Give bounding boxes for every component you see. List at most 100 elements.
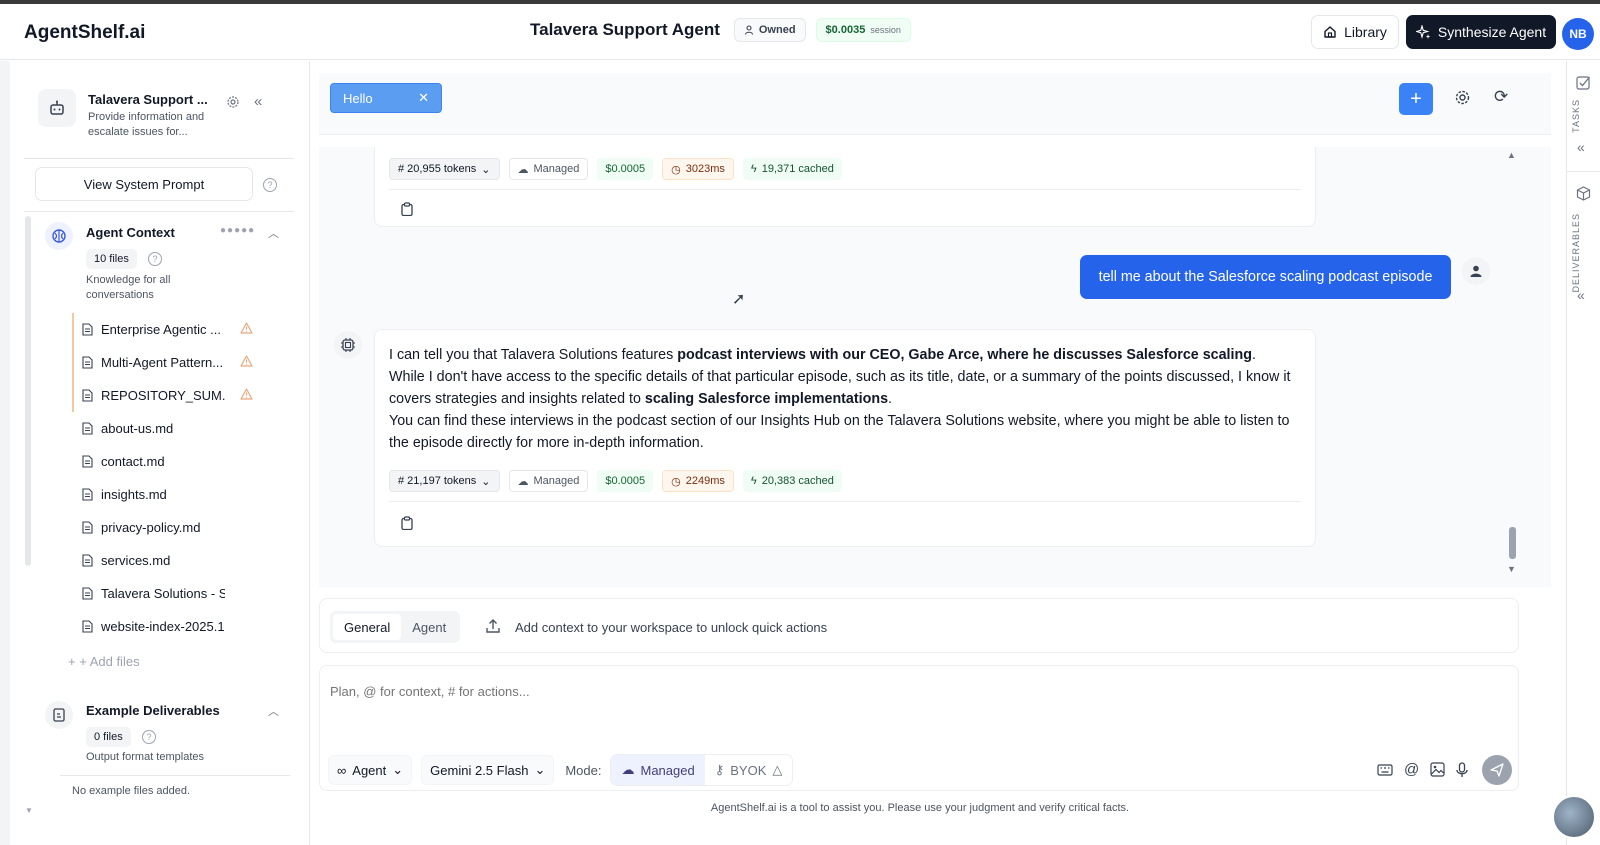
agent-card: Talavera Support ... Provide information…	[38, 89, 298, 149]
left-sidebar: Talavera Support ... Provide information…	[0, 61, 310, 845]
cloud-icon: ☁	[517, 163, 529, 176]
agent-desc-line2: escalate issues for...	[88, 126, 188, 138]
scroll-down-arrow-icon[interactable]: ▼	[1507, 564, 1516, 574]
tasks-label[interactable]: TASKS	[1571, 99, 1581, 133]
quick-actions-hint: Add context to your workspace to unlock …	[515, 620, 828, 635]
deliverables-title[interactable]: Example Deliverables	[86, 703, 220, 718]
file-item[interactable]: Enterprise Agentic ...	[72, 313, 272, 346]
collapse-sidebar-icon[interactable]: «	[254, 93, 262, 110]
tasks-checkbox-icon[interactable]	[1576, 75, 1591, 90]
deliverables-label[interactable]: DELIVERABLES	[1571, 213, 1581, 293]
more-dots-icon[interactable]: ●●●●●	[220, 225, 255, 236]
file-item[interactable]: Multi-Agent Pattern...	[72, 346, 272, 379]
divider	[1567, 171, 1600, 172]
file-name: insights.md	[101, 487, 167, 502]
scroll-down-arrow-icon[interactable]: ▼	[25, 806, 33, 815]
file-item[interactable]: about-us.md	[72, 412, 272, 445]
copy-clipboard-icon[interactable]	[401, 516, 413, 533]
chevron-up-icon[interactable]: ︿	[268, 703, 279, 719]
synthesize-label: Synthesize Agent	[1437, 24, 1547, 40]
file-icon	[82, 422, 93, 435]
at-mention-icon[interactable]: @	[1404, 761, 1419, 778]
owned-label: Owned	[758, 24, 796, 36]
file-item[interactable]: Talavera Solutions - Ser...	[72, 577, 272, 610]
main-panel: Hello ✕ + ⟳ # 20,955 tokens ⌄ ☁ Managed $0…	[311, 61, 1565, 845]
token-count: # 20,955 tokens	[398, 163, 477, 175]
latency-text: 3023ms	[685, 163, 725, 175]
cloud-icon: ☁	[621, 762, 635, 777]
token-count: # 21,197 tokens	[398, 475, 477, 487]
agent-context-title[interactable]: Agent Context	[86, 225, 175, 240]
mode-managed-option[interactable]: ☁ Managed	[611, 755, 705, 785]
agent-settings-gear-icon[interactable]	[226, 95, 240, 112]
deliverables-help-icon[interactable]: ?	[142, 730, 156, 744]
clock-icon: ◷	[671, 475, 681, 488]
cache-text: 19,371 cached	[761, 163, 834, 175]
expand-tasks-icon[interactable]: «	[1577, 139, 1585, 155]
divider	[389, 501, 1301, 502]
file-item[interactable]: website-index-2025.12....	[72, 610, 272, 643]
paragraph: I can tell you that Talavera Solutions f…	[389, 344, 1304, 366]
owned-badge: Owned	[733, 18, 806, 42]
chat-settings-gear-icon[interactable]	[1454, 89, 1471, 109]
user-icon	[744, 25, 753, 35]
microphone-icon[interactable]	[1456, 761, 1468, 778]
send-button[interactable]	[1482, 755, 1512, 785]
new-tab-plus-button[interactable]: +	[1399, 83, 1433, 115]
chat-scrollbar-thumb[interactable]	[1509, 527, 1516, 559]
keyboard-icon[interactable]	[1377, 763, 1393, 777]
expand-deliverables-icon[interactable]: «	[1577, 287, 1585, 303]
scroll-up-arrow-icon[interactable]: ▲	[1507, 150, 1516, 160]
assistant-avatar-icon	[334, 331, 362, 359]
tab-general[interactable]: General	[333, 614, 402, 640]
latency-badge: ◷ 2249ms	[662, 470, 734, 492]
user-avatar-button[interactable]: NB	[1562, 18, 1594, 50]
token-count-dropdown[interactable]: # 21,197 tokens ⌄	[389, 470, 500, 492]
cache-badge: ϟ 19,371 cached	[742, 158, 842, 180]
refresh-icon[interactable]: ⟳	[1494, 87, 1508, 107]
package-icon[interactable]	[1576, 186, 1591, 201]
user-avatar-icon	[1462, 257, 1490, 285]
agent-desc-line1: Provide information and	[88, 111, 205, 123]
file-item[interactable]: REPOSITORY_SUM...	[72, 379, 272, 412]
mode-byok-option[interactable]: ⚷ BYOK △	[704, 755, 793, 785]
file-name: REPOSITORY_SUM...	[101, 388, 225, 403]
plus-icon: +	[68, 654, 80, 669]
agent-select-label: Agent	[352, 762, 387, 778]
message-composer: ∞ Agent ⌄ Gemini 2.5 Flash ⌄ Mode: ☁ Managed…	[319, 665, 1519, 791]
library-button[interactable]: Library	[1311, 15, 1399, 49]
close-icon[interactable]: ✕	[418, 90, 429, 106]
view-system-prompt-button[interactable]: View System Prompt	[35, 167, 253, 201]
copy-clipboard-icon[interactable]	[401, 202, 413, 219]
add-files-button[interactable]: + + Add files	[68, 654, 140, 669]
file-item[interactable]: contact.md	[72, 445, 272, 478]
warning-icon: △	[772, 762, 783, 777]
profile-photo-avatar[interactable]	[1552, 795, 1596, 839]
token-count-dropdown[interactable]: # 20,955 tokens ⌄	[389, 158, 500, 180]
tab-hello[interactable]: Hello ✕	[330, 83, 442, 113]
message-input[interactable]	[330, 684, 1230, 699]
deliverables-description: Output format templates	[86, 751, 204, 763]
file-item[interactable]: services.md	[72, 544, 272, 577]
chevron-down-icon: ⌄	[534, 762, 546, 777]
app-logo[interactable]: AgentShelf.ai	[24, 22, 145, 44]
file-item[interactable]: privacy-policy.md	[72, 511, 272, 544]
model-select[interactable]: Gemini 2.5 Flash ⌄	[421, 755, 555, 785]
sidebar-scrollbar[interactable]	[25, 216, 31, 566]
composer-icons: @	[1377, 761, 1468, 778]
file-item[interactable]: insights.md	[72, 478, 272, 511]
image-icon[interactable]	[1430, 762, 1445, 777]
agent-name: Talavera Support ...	[88, 92, 208, 107]
synthesize-agent-button[interactable]: Synthesize Agent	[1406, 15, 1556, 49]
message-meta-row: # 20,955 tokens ⌄ ☁ Managed $0.0005 ◷ 3023m…	[389, 158, 842, 180]
context-help-icon[interactable]: ?	[148, 252, 162, 266]
message-meta-row: # 21,197 tokens ⌄ ☁ Managed $0.0005 ◷ 2249m…	[389, 470, 842, 492]
library-label: Library	[1344, 24, 1387, 40]
agent-select[interactable]: ∞ Agent ⌄	[328, 755, 413, 785]
cache-text: 20,383 cached	[761, 475, 834, 487]
file-name: privacy-policy.md	[101, 520, 201, 535]
tab-agent[interactable]: Agent	[401, 614, 457, 640]
chevron-up-icon[interactable]: ︿	[268, 225, 279, 241]
system-prompt-help-icon[interactable]: ?	[263, 178, 277, 192]
file-icon	[82, 521, 93, 534]
